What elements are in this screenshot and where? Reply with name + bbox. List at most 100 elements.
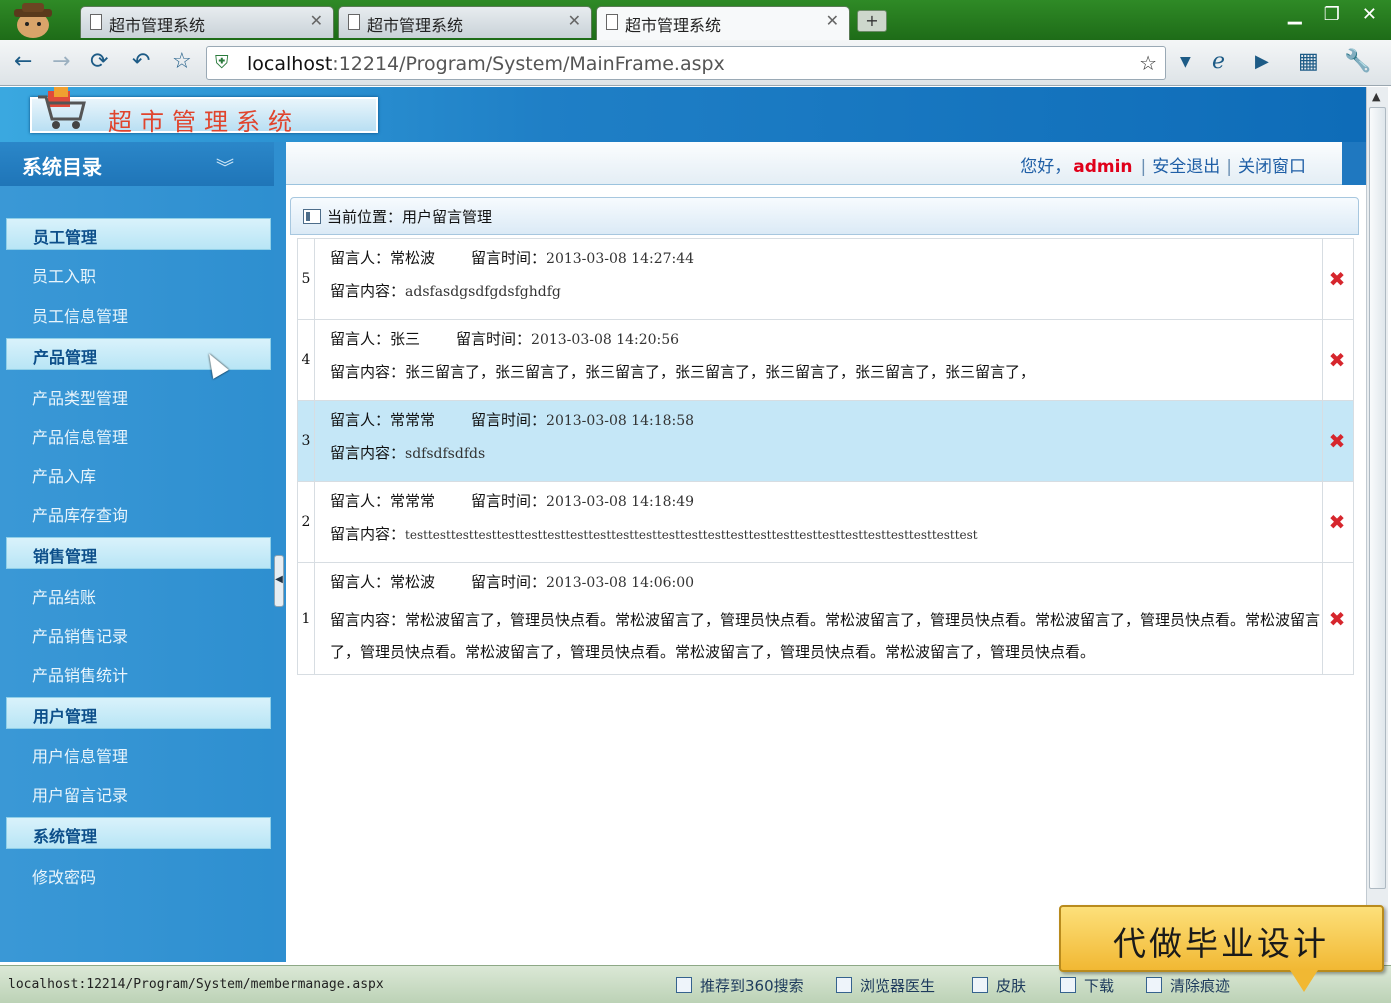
content-label: 留言内容： [330,282,406,300]
page-banner: 超市管理系统 [0,87,1366,142]
author-label: 留言人： [330,411,391,429]
status-label: 推荐到360搜索 [700,977,804,995]
delete-icon[interactable]: ✖ [1327,350,1347,370]
message-content: adsfasdgsdfgdsfghdfg [405,284,561,300]
browser-tab-1[interactable]: 超市管理系统 ✕ [80,6,334,38]
restore-icon[interactable]: ❐ [1324,4,1340,25]
sidebar-item-product-type[interactable]: 产品类型管理 [32,385,128,409]
browser-logo-icon[interactable] [6,3,60,39]
sidebar-item-checkout[interactable]: 产品结账 [32,584,96,608]
browser-tab-3-active[interactable]: 超市管理系统 ✕ [596,6,850,40]
message-body: 留言人：常常常 留言时间：2013-03-08 14:18:49 留言内容：tes… [316,482,1323,562]
back-icon[interactable]: ← [14,50,32,74]
message-number: 5 [298,239,315,319]
message-author: 常松波 [390,249,436,267]
browser-titlebar: 超市管理系统 ✕ 超市管理系统 ✕ 超市管理系统 ✕ + ▁ ❐ ✕ [0,0,1391,40]
address-url[interactable]: localhost:12214/Program/System/MainFrame… [247,53,725,75]
message-time: 2013-03-08 14:18:58 [546,413,695,429]
close-tab-icon[interactable]: ✕ [826,11,839,30]
main-topbar: 您好， admin | 安全退出 | 关闭窗口 [286,142,1366,185]
apps-icon[interactable]: ▦ [1298,50,1319,74]
status-clear-traces[interactable]: 清除痕迹 [1146,975,1230,996]
logo-title: 超市管理系统 [108,108,300,136]
minimize-icon[interactable]: ▁ [1288,4,1302,25]
topbar-accent [1342,142,1366,185]
sidebar-group-system[interactable]: 系统管理 [6,817,271,849]
user-links: 您好， admin | 安全退出 | 关闭窗口 [1020,152,1306,177]
sidebar-item-employee-onboard[interactable]: 员工入职 [32,263,96,287]
status-skin[interactable]: 皮肤 [972,975,1026,996]
thumbs-up-icon [676,977,692,993]
delete-icon[interactable]: ✖ [1327,269,1347,289]
message-time: 2013-03-08 14:27:44 [546,251,695,267]
scroll-thumb[interactable] [1369,107,1386,889]
refresh-icon[interactable]: ⟳ [90,50,108,74]
play-icon[interactable]: ▶ [1255,50,1269,74]
message-time: 2013-03-08 14:20:56 [531,332,680,348]
close-window-link[interactable]: 关闭窗口 [1238,157,1306,177]
sidebar-header: 系统目录 ︾ [0,142,274,186]
message-time: 2013-03-08 14:06:00 [546,575,695,591]
close-window-icon[interactable]: ✕ [1362,4,1377,25]
window-list-icon [303,209,321,224]
sidebar-item-sales-stats[interactable]: 产品销售统计 [32,662,128,686]
overlay-ad-banner[interactable]: 代做毕业设计 [1059,905,1384,972]
status-download[interactable]: 下载 [1060,975,1114,996]
delete-icon[interactable]: ✖ [1327,431,1347,451]
message-row: 1 留言人：常松波 留言时间：2013-03-08 14:06:00 留言内容：常… [297,563,1354,675]
sidebar-item-sales-records[interactable]: 产品销售记录 [32,623,128,647]
sidebar-group-product[interactable]: 产品管理 [6,338,271,370]
new-tab-button[interactable]: + [857,10,887,32]
url-host: localhost [247,53,333,75]
message-author: 张三 [390,330,421,348]
delete-icon[interactable]: ✖ [1327,512,1347,532]
divider: | [1226,157,1232,177]
author-label: 留言人： [330,573,391,591]
broom-icon [1146,977,1162,993]
message-number: 4 [298,320,315,400]
close-tab-icon[interactable]: ✕ [310,11,323,30]
status-browser-doctor[interactable]: 浏览器医生 [836,975,935,996]
sidebar-item-product-stockin[interactable]: 产品入库 [32,463,96,487]
tools-wrench-icon[interactable]: 🔧 [1344,50,1371,74]
forward-icon[interactable]: → [52,50,70,74]
message-list: 5 留言人：常松波 留言时间：2013-03-08 14:27:44 留言内容：a… [297,238,1354,675]
divider: | [1140,157,1147,177]
status-url: localhost:12214/Program/System/memberman… [8,977,384,992]
time-label: 留言时间： [471,573,547,591]
status-recommend-360[interactable]: 推荐到360搜索 [676,975,804,996]
sidebar-item-change-password[interactable]: 修改密码 [32,864,96,888]
sidebar-item-user-messages[interactable]: 用户留言记录 [32,782,128,806]
delete-icon[interactable]: ✖ [1327,609,1347,629]
author-label: 留言人： [330,492,391,510]
dropdown-icon[interactable]: ▼ [1180,50,1191,74]
sidebar-item-product-info[interactable]: 产品信息管理 [32,424,128,448]
favorite-icon[interactable]: ☆ [172,50,192,74]
page-scrollbar[interactable]: ▲ [1366,87,1388,962]
collapse-chevron-icon[interactable]: ︾ [216,154,234,180]
sidebar-group-users[interactable]: 用户管理 [6,697,271,729]
browser-tab-2[interactable]: 超市管理系统 ✕ [338,6,592,38]
sidebar-group-sales[interactable]: 销售管理 [6,537,271,569]
time-label: 留言时间： [456,330,532,348]
sidebar-item-employee-info[interactable]: 员工信息管理 [32,303,128,327]
close-tab-icon[interactable]: ✕ [568,11,581,30]
shirt-icon [972,977,988,993]
undo-icon[interactable]: ↶ [132,50,150,74]
greeting-text: 您好， [1020,157,1072,177]
browser-navbar: ← → ⟳ ↶ ☆ ⛨ localhost:12214/Program/Syst… [0,40,1391,86]
address-bar[interactable]: ⛨ localhost:12214/Program/System/MainFra… [206,46,1166,80]
message-time: 2013-03-08 14:18:49 [546,494,695,510]
bookmark-star-icon[interactable]: ☆ [1139,51,1157,75]
logout-link[interactable]: 安全退出 [1152,157,1220,177]
sidebar-group-employee[interactable]: 员工管理 [6,218,271,250]
scroll-up-icon[interactable]: ▲ [1372,90,1380,103]
security-shield-icon: ⛨ [215,52,229,73]
sidebar-item-user-info[interactable]: 用户信息管理 [32,743,128,767]
message-author: 常松波 [390,573,436,591]
ie-mode-icon[interactable]: ℯ [1212,50,1225,74]
sidebar: 系统目录 ︾ 员工管理 员工入职 员工信息管理 产品管理 产品类型管理 产品信息… [0,142,274,962]
sidebar-collapse-handle[interactable]: ◀ [274,555,284,607]
message-body: 留言人：常松波 留言时间：2013-03-08 14:27:44 留言内容：ads… [316,239,1323,319]
sidebar-item-product-inventory[interactable]: 产品库存查询 [32,502,128,526]
